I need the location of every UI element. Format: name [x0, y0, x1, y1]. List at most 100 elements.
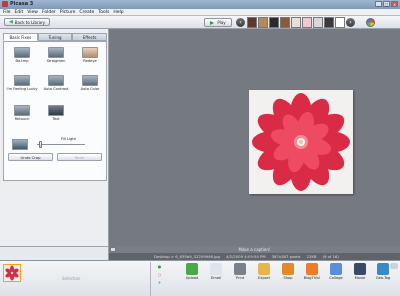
tab-tuning[interactable]: Tuning: [37, 33, 73, 41]
auto-color-icon: [82, 75, 98, 86]
shop-button[interactable]: Shop: [276, 263, 300, 280]
tray-scroll-icon[interactable]: [390, 263, 398, 269]
window-controls: _ □ x: [375, 1, 398, 7]
blogthis--button[interactable]: BlogThis!: [300, 263, 324, 280]
tray-action-label: Geo-Tag: [375, 276, 391, 280]
minimize-button[interactable]: _: [375, 1, 382, 7]
edit-tabs: Basic Fixes Tuning Effects: [3, 33, 108, 41]
menu-create[interactable]: Create: [79, 9, 94, 15]
filmstrip: [247, 17, 345, 28]
menu-tools[interactable]: Tools: [98, 9, 109, 15]
meter-icon[interactable]: [366, 18, 375, 27]
collage-icon: [330, 263, 342, 275]
play-label: Play: [217, 20, 226, 25]
text-button[interactable]: Text: [40, 105, 72, 121]
print-icon: [234, 263, 246, 275]
filmstrip-thumbnail[interactable]: [247, 17, 257, 28]
selected-photo-thumbnail[interactable]: [3, 264, 21, 282]
auto-contrast-label: Auto Contrast: [43, 87, 69, 91]
auto-color-label: Auto Color: [80, 87, 100, 91]
file-path: Desktop > 6_635b9_32209946.jpg: [154, 254, 220, 259]
straighten-button[interactable]: Straighten: [40, 47, 72, 63]
retouch-label: Retouch: [14, 117, 30, 121]
clear-selection-button[interactable]: ○: [155, 271, 164, 278]
filmstrip-thumbnail[interactable]: [324, 17, 334, 28]
tray-action-label: Export: [258, 276, 270, 280]
caption-toggle[interactable]: [110, 247, 116, 252]
maximize-button[interactable]: □: [383, 1, 390, 7]
flower-thumbnail-icon: [4, 265, 20, 281]
undo-redo-row: Undo Crop Redo: [3, 153, 107, 162]
play-icon: [210, 20, 215, 25]
crop-button[interactable]: Ba.tmp: [6, 47, 38, 63]
blog-icon: [306, 263, 318, 275]
email-button[interactable]: Email: [204, 263, 228, 280]
window-title: Picasa 3: [10, 1, 34, 7]
movie-icon: [354, 263, 366, 275]
menu-picture[interactable]: Picture: [60, 9, 75, 15]
auto-contrast-icon: [48, 75, 64, 86]
file-date: 4/2/2009 4:09:54 PM: [225, 254, 266, 259]
filmstrip-thumbnail[interactable]: [335, 17, 345, 28]
straighten-icon: [48, 47, 64, 58]
file-dimensions: 387x387 pixels: [271, 254, 301, 259]
filmstrip-thumbnail[interactable]: [291, 17, 301, 28]
title-bar: Picasa 3 _ □ x: [0, 0, 400, 9]
fill-light-icon: [12, 139, 28, 150]
fill-light-track[interactable]: [37, 144, 85, 145]
email-icon: [210, 263, 222, 275]
photo-position: (9 of 16): [322, 254, 339, 259]
collage-button[interactable]: Collage: [324, 263, 348, 280]
hold-selection-button[interactable]: ●: [155, 263, 164, 270]
auto-contrast-button[interactable]: Auto Contrast: [40, 75, 72, 91]
tray-action-label: Print: [235, 276, 245, 280]
previous-photo-button[interactable]: ‹: [236, 18, 245, 27]
tray-divider: [150, 262, 151, 296]
back-to-library-button[interactable]: ◀ Back to Library: [4, 18, 50, 26]
filmstrip-thumbnail[interactable]: [258, 17, 268, 28]
print-button[interactable]: Print: [228, 263, 252, 280]
menu-edit[interactable]: Edit: [15, 9, 24, 15]
filmstrip-thumbnail[interactable]: [269, 17, 279, 28]
play-slideshow-button[interactable]: Play: [204, 18, 232, 27]
filmstrip-thumbnail[interactable]: [302, 17, 312, 28]
photo-viewer: [109, 29, 400, 246]
feeling-lucky-button[interactable]: I'm Feeling Lucky: [6, 75, 38, 91]
close-button[interactable]: x: [391, 1, 398, 7]
straighten-label: Straighten: [46, 59, 66, 63]
add-to-album-button[interactable]: +: [155, 279, 164, 286]
movie-button[interactable]: Movie: [348, 263, 372, 280]
tab-effects[interactable]: Effects: [72, 33, 108, 41]
tray-action-label: Movie: [354, 276, 366, 280]
menu-help[interactable]: Help: [113, 9, 123, 15]
fill-light-slider[interactable]: [39, 141, 43, 148]
next-photo-button[interactable]: ›: [346, 18, 355, 27]
filmstrip-thumbnail[interactable]: [313, 17, 323, 28]
export-button[interactable]: Export: [252, 263, 276, 280]
feeling-lucky-icon: [14, 75, 30, 86]
back-arrow-icon: ◀: [8, 19, 13, 25]
crop-icon: [14, 47, 30, 58]
file-size: 22KB: [306, 254, 317, 259]
crop-label: Ba.tmp: [15, 59, 29, 63]
text-label: Text: [52, 117, 60, 121]
tab-basic-fixes[interactable]: Basic Fixes: [3, 33, 38, 41]
undo-crop-button[interactable]: Undo Crop: [8, 153, 53, 161]
export-icon: [258, 263, 270, 275]
redo-button[interactable]: Redo: [57, 153, 102, 161]
menu-view[interactable]: View: [27, 9, 38, 15]
auto-color-button[interactable]: Auto Color: [74, 75, 106, 91]
menu-file[interactable]: File: [3, 9, 11, 15]
edit-panel: Basic Fixes Tuning Effects Ba.tmp Straig…: [0, 29, 109, 246]
picasa-app-icon: [2, 1, 8, 7]
back-to-library-label: Back to Library: [14, 19, 46, 25]
text-icon: [48, 105, 64, 116]
menu-folder[interactable]: Folder: [42, 9, 56, 15]
retouch-button[interactable]: Retouch: [6, 105, 38, 121]
photo[interactable]: [249, 90, 353, 194]
tray-action-label: Collage: [329, 276, 343, 280]
filmstrip-thumbnail[interactable]: [280, 17, 290, 28]
upload-button[interactable]: Upload: [180, 263, 204, 280]
redeye-button[interactable]: Redeye: [74, 47, 106, 63]
redeye-icon: [82, 47, 98, 58]
